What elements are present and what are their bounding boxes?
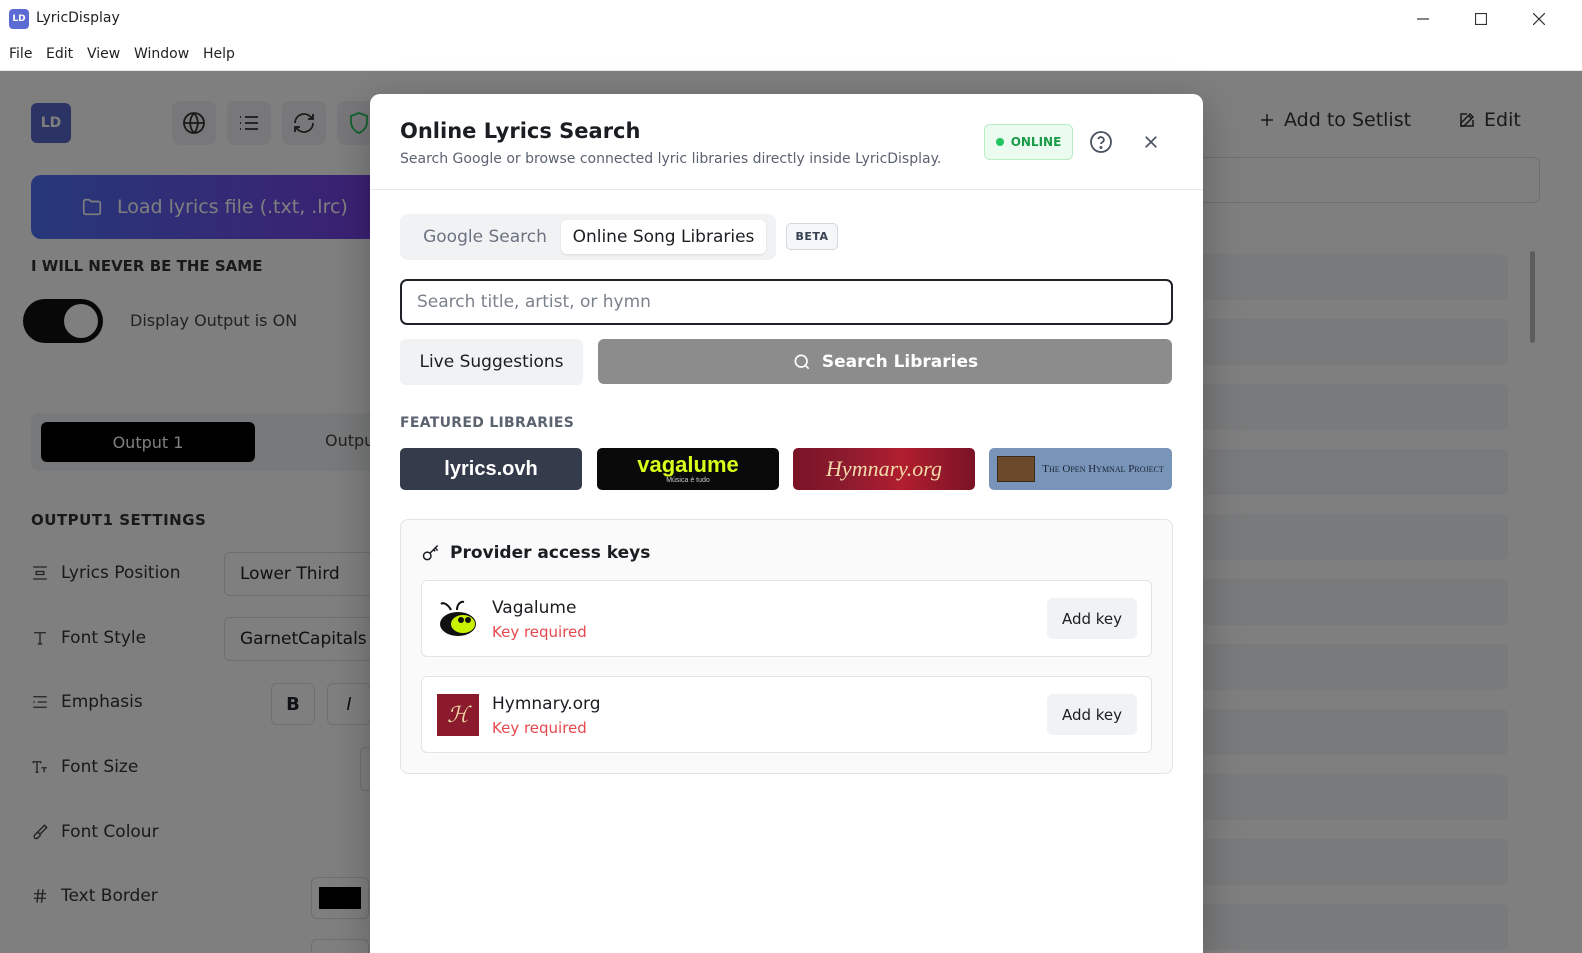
menu-edit[interactable]: Edit	[46, 46, 73, 62]
menu-help[interactable]: Help	[203, 46, 235, 62]
featured-libraries-title: FEATURED LIBRARIES	[400, 415, 575, 431]
library-open-hymnal[interactable]: The Open Hymnal Project	[989, 448, 1172, 490]
hymnal-book-icon	[997, 456, 1036, 482]
provider-keys-title: Provider access keys	[450, 543, 651, 563]
online-status-label: ONLINE	[1010, 135, 1062, 149]
help-icon	[1090, 131, 1112, 153]
online-lyrics-search-dialog: Online Lyrics Search Search Google or br…	[370, 94, 1203, 953]
search-icon	[794, 354, 810, 369]
provider-row-vagalume: Vagalume Key required Add key	[421, 580, 1152, 657]
provider-row-hymnary: ℋ Hymnary.org Key required Add key	[421, 676, 1152, 753]
search-libraries-button[interactable]: Search Libraries	[598, 339, 1172, 384]
library-vagalume[interactable]: vagalume Música é tudo	[597, 448, 779, 490]
library-tagline: Música é tudo	[666, 477, 710, 484]
search-mode-tabs: Google Search Online Song Libraries	[400, 214, 776, 260]
provider-name: Vagalume	[492, 598, 577, 618]
live-suggestions-button[interactable]: Live Suggestions	[400, 339, 583, 385]
tab-google-search[interactable]: Google Search	[410, 220, 560, 254]
minimize-button[interactable]	[1394, 0, 1452, 38]
provider-status: Key required	[492, 623, 587, 641]
vagalume-logo-icon	[437, 598, 479, 640]
provider-status: Key required	[492, 719, 587, 737]
tab-online-song-libraries[interactable]: Online Song Libraries	[561, 220, 766, 254]
provider-keys-card: Provider access keys Vagalume Key requir…	[400, 519, 1173, 774]
library-name: vagalume	[637, 452, 739, 477]
modal-close-button[interactable]	[1136, 127, 1166, 157]
status-dot-icon	[995, 138, 1004, 146]
app-icon: LD	[9, 9, 29, 29]
provider-keys-header: Provider access keys	[421, 543, 650, 563]
menu-file[interactable]: File	[9, 46, 32, 62]
key-icon	[422, 544, 439, 561]
title-bar: LD LyricDisplay	[0, 0, 1582, 38]
add-key-button-vagalume[interactable]: Add key	[1047, 598, 1137, 639]
library-name: Hymnary.org	[826, 456, 942, 481]
library-hymnary[interactable]: Hymnary.org	[793, 448, 975, 490]
window-title: LyricDisplay	[36, 10, 120, 26]
menu-window[interactable]: Window	[134, 46, 189, 62]
modal-header: Online Lyrics Search Search Google or br…	[370, 94, 1203, 190]
minimize-icon	[1417, 18, 1429, 20]
beta-badge: BETA	[786, 223, 838, 250]
maximize-button[interactable]	[1452, 0, 1510, 38]
library-name: lyrics.ovh	[444, 457, 538, 480]
close-icon	[1145, 136, 1157, 148]
menu-bar: File Edit View Window Help	[0, 38, 1582, 71]
menu-view[interactable]: View	[87, 46, 120, 62]
hymnary-logo-icon: ℋ	[437, 694, 479, 736]
modal-subtitle: Search Google or browse connected lyric …	[400, 151, 942, 167]
help-button[interactable]	[1086, 127, 1116, 157]
search-libraries-label: Search Libraries	[821, 351, 979, 372]
close-icon	[1533, 13, 1545, 25]
provider-name: Hymnary.org	[492, 694, 601, 714]
modal-title: Online Lyrics Search	[400, 119, 641, 143]
add-key-button-hymnary[interactable]: Add key	[1047, 694, 1137, 735]
library-lyrics-ovh[interactable]: lyrics.ovh	[400, 448, 582, 490]
library-name: The Open Hymnal Project	[1042, 463, 1164, 475]
library-search-input[interactable]	[400, 279, 1173, 325]
window-close-button[interactable]	[1510, 0, 1568, 38]
maximize-icon	[1475, 13, 1487, 25]
online-status-badge: ONLINE	[984, 124, 1073, 160]
